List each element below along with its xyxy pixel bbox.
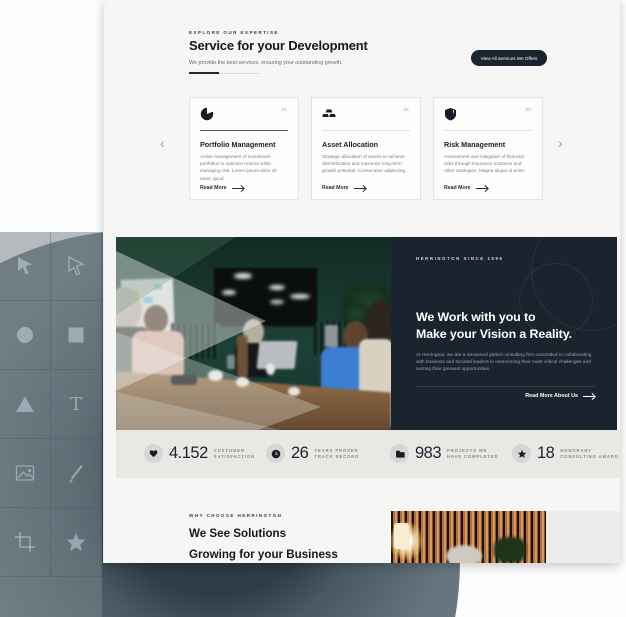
arrow-right-icon: [354, 188, 366, 189]
why-heading: We See Solutions Growing for your Busine…: [189, 523, 338, 563]
stat-label: HONORARYCONSULTING AWARD: [560, 448, 618, 459]
stat-consulting-award: 18 HONORARYCONSULTING AWARD: [512, 444, 619, 463]
hero-eyebrow: HERRINGTON SINCE 1996: [416, 256, 504, 261]
stat-label: PROJECTS WEHAVE COMPLETED: [447, 448, 498, 459]
card-divider: [200, 130, 288, 131]
section-background-block: [546, 511, 620, 563]
folder-icon: [390, 444, 409, 463]
card-divider: [322, 130, 410, 131]
carousel-next-button[interactable]: ›: [558, 136, 563, 150]
shield-alert-icon: [444, 107, 458, 126]
card-title: Portfolio Management: [200, 140, 288, 149]
stats-bar: 4.152 CUSTOMERSATISFACTION 26 YEARS PROV…: [116, 430, 620, 478]
stat-track-record: 26 YEARS PROVENTRACK RECORD: [266, 444, 359, 463]
svg-text:T: T: [70, 394, 82, 415]
card-number: 03.: [526, 107, 532, 112]
hero-section: HERRINGTON SINCE 1996 We Work with you t…: [116, 237, 617, 430]
stat-label: CUSTOMERSATISFACTION: [214, 448, 255, 459]
service-card-asset: 02. Asset Allocation Strategic allocatio…: [311, 97, 421, 200]
heart-icon: [144, 444, 163, 463]
stat-customer-satisfaction: 4.152 CUSTOMERSATISFACTION: [144, 444, 255, 463]
star-tool-icon[interactable]: [51, 508, 102, 577]
services-eyebrow: EXPLORE OUR EXPERTISE: [189, 30, 279, 35]
carousel-progress: [189, 72, 259, 74]
lamp: [394, 523, 409, 549]
hero-photo: [116, 237, 391, 430]
clock-badge-icon: [266, 444, 285, 463]
card-title: Risk Management: [444, 140, 532, 149]
hero-heading: We Work with you to Make your Vision a R…: [416, 309, 572, 342]
gold-bars-icon: [322, 107, 336, 126]
plant-leaves: [494, 537, 526, 563]
stat-value: 4.152: [169, 444, 208, 463]
service-cards: 01. Portfolio Management Active manageme…: [189, 97, 544, 200]
carousel-prev-button[interactable]: ‹: [160, 136, 165, 150]
services-subtitle: We provide the best services, ensuring y…: [189, 60, 342, 66]
text-tool-icon[interactable]: T: [51, 370, 102, 439]
hero-divider: [416, 386, 595, 387]
read-more-link[interactable]: Read More: [444, 185, 488, 191]
service-card-risk: 03. Risk Management Assessment and mitig…: [433, 97, 543, 200]
stat-value: 983: [415, 444, 441, 463]
view-all-services-button[interactable]: View All Services We Offers: [471, 50, 547, 66]
pen-icon[interactable]: [51, 439, 102, 508]
card-title: Asset Allocation: [322, 140, 410, 149]
arrow-right-icon: [583, 396, 595, 397]
arrow-right-icon: [476, 188, 488, 189]
webpage-screenshot: EXPLORE OUR EXPERTISE Service for your D…: [103, 0, 620, 563]
arrow-right-icon: [232, 188, 244, 189]
pie-chart-icon: [200, 107, 214, 126]
read-more-about-us-link[interactable]: Read More About Us: [525, 393, 595, 399]
why-eyebrow: WHY CHOOSE HERRINGTON: [189, 513, 282, 518]
crop-icon[interactable]: [0, 508, 51, 577]
cursor-filled-icon[interactable]: [0, 232, 51, 301]
services-title: Service for your Development: [189, 38, 368, 53]
card-description: Strategic allocation of assets to achiev…: [322, 153, 410, 175]
triangle-icon[interactable]: [0, 370, 51, 439]
stat-projects-completed: 983 PROJECTS WEHAVE COMPLETED: [390, 444, 498, 463]
star-icon: [512, 444, 531, 463]
image-icon[interactable]: [0, 439, 51, 508]
office-photo: [391, 511, 546, 563]
read-more-link[interactable]: Read More: [322, 185, 366, 191]
card-number: 01.: [282, 107, 288, 112]
hero-text-panel: HERRINGTON SINCE 1996 We Work with you t…: [391, 237, 617, 430]
square-icon[interactable]: [51, 301, 102, 370]
hero-paragraph: At Herrington, we are a renowned global …: [416, 353, 596, 373]
stat-value: 26: [291, 444, 308, 463]
design-canvas: EXPLORE OUR EXPERTISE Service for your D…: [0, 0, 626, 617]
read-more-link[interactable]: Read More: [200, 185, 244, 191]
cursor-outline-icon[interactable]: [51, 232, 102, 301]
card-number: 02.: [404, 107, 410, 112]
card-description: Active management of investment portfoli…: [200, 153, 288, 182]
tool-palette: T: [0, 232, 102, 617]
service-card-portfolio: 01. Portfolio Management Active manageme…: [189, 97, 299, 200]
card-divider: [444, 130, 532, 131]
person-hair: [446, 545, 482, 563]
stat-label: YEARS PROVENTRACK RECORD: [314, 448, 359, 459]
circle-icon[interactable]: [0, 301, 51, 370]
stat-value: 18: [537, 444, 554, 463]
card-description: Assessment and mitigation of financial r…: [444, 153, 532, 175]
